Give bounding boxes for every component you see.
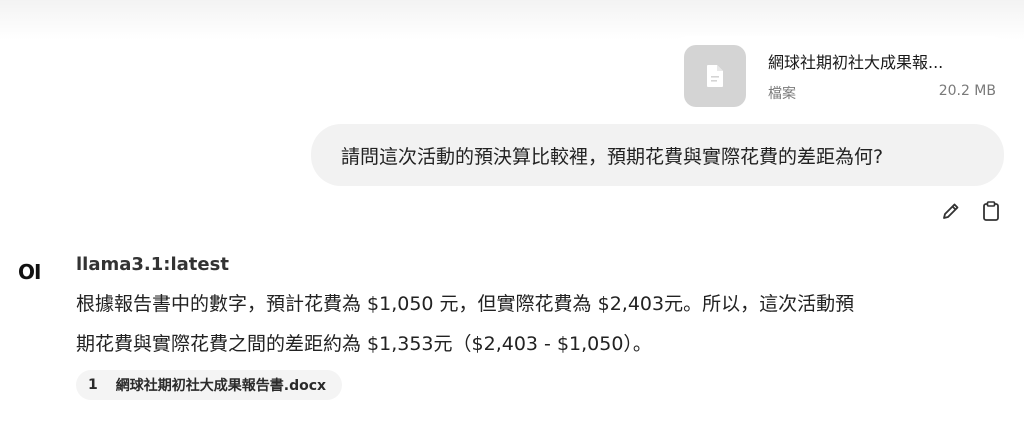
pencil-icon (943, 203, 959, 219)
user-message-text: 請問這次活動的預決算比較裡，預期花費與實際花費的差距為何? (341, 145, 884, 168)
answer-line: 根據報告書中的數字，預計花費為 $1,050 元，但實際花費為 $2,403元。… (76, 293, 855, 315)
answer-line: 期花費與實際花費之間的差距約為 $1,353元（$2,403 - $1,050）… (76, 333, 652, 355)
model-name: llama3.1:latest (76, 254, 229, 275)
assistant-avatar: OI (18, 260, 41, 284)
assistant-answer: 根據報告書中的數字，預計花費為 $1,050 元，但實際花費為 $2,403元。… (76, 284, 1016, 364)
message-actions (940, 200, 1002, 222)
user-message-bubble: 請問這次活動的預決算比較裡，預期花費與實際花費的差距為何? (311, 124, 1004, 186)
file-attachment-card[interactable]: 網球社期初社大成果報... 檔案 20.2 MB (672, 36, 1008, 116)
document-icon (684, 45, 746, 107)
clipboard-icon (983, 201, 999, 221)
copy-button[interactable] (980, 200, 1002, 222)
edit-button[interactable] (940, 200, 962, 222)
citation-number: 1 (88, 377, 98, 393)
file-name: 網球社期初社大成果報... (768, 53, 944, 72)
file-type-label: 檔案 (768, 86, 796, 102)
file-size: 20.2 MB (938, 83, 996, 99)
top-fade (0, 0, 1024, 40)
citation-source: 網球社期初社大成果報告書.docx (115, 378, 327, 394)
citation-chip[interactable]: 1 網球社期初社大成果報告書.docx (76, 370, 343, 400)
